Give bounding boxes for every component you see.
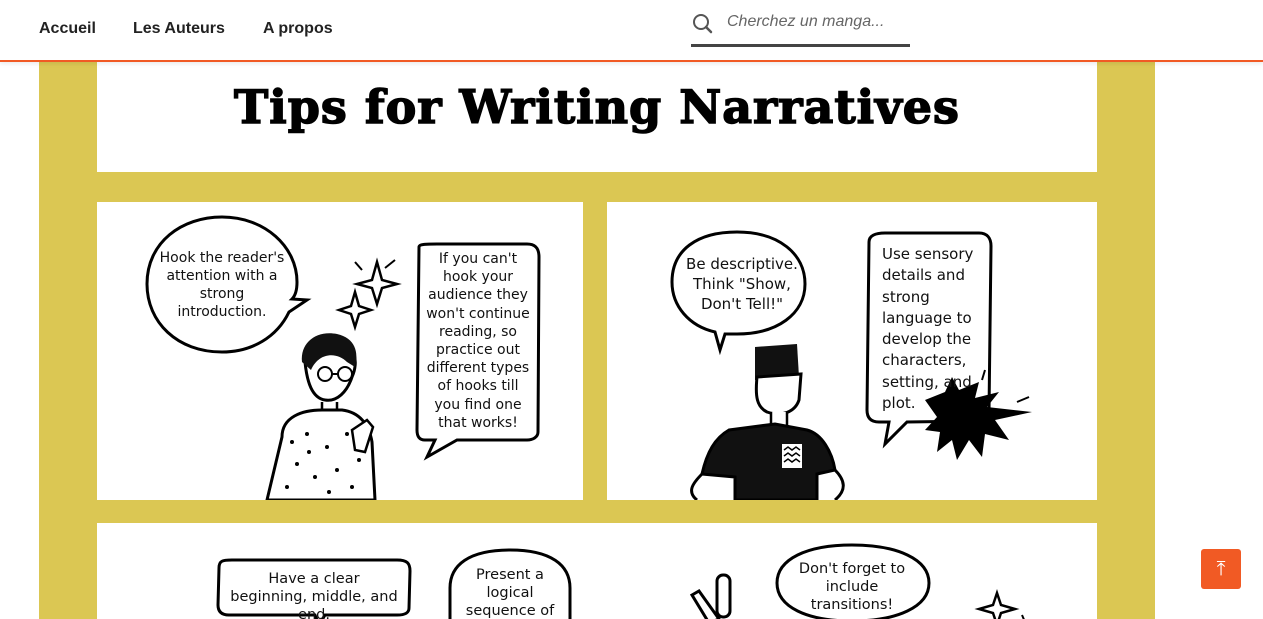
speech-bubble-hook: Hook the reader's attention with a stron… <box>159 250 285 320</box>
poster-title-box: Tips for Writing Narratives <box>97 62 1097 172</box>
comic-panel-structure: Have a clear beginning, middle, and end.… <box>97 523 1097 619</box>
search-icon[interactable] <box>691 12 713 34</box>
top-navbar: Accueil Les Auteurs A propos <box>0 0 1263 62</box>
panel-descriptive-illustration <box>670 230 1032 500</box>
speech-bubble-structure: Have a clear beginning, middle, and end. <box>230 571 398 619</box>
arrow-up-icon: ⤒ <box>1216 557 1226 580</box>
back-to-top-button[interactable]: ⤒ <box>1201 549 1241 589</box>
search-input[interactable] <box>725 9 909 35</box>
speech-bubble-descriptive: Be descriptive. Think "Show, Don't Tell!… <box>686 255 798 313</box>
speech-bubble-practice: If you can't hook your audience they won… <box>426 251 530 431</box>
speech-bubble-logical: Present a logical sequence of <box>465 567 555 619</box>
comic-poster: Tips for Writing Narratives Hook the rea… <box>39 62 1155 619</box>
search-bar <box>691 4 910 47</box>
nav-link-accueil[interactable]: Accueil <box>39 20 96 38</box>
comic-panel-hook: Hook the reader's attention with a stron… <box>97 202 583 500</box>
poster-title: Tips for Writing Narratives <box>233 79 960 135</box>
nav-link-a-propos[interactable]: A propos <box>263 20 333 38</box>
speech-bubble-sensory: Use sensory details and strong language … <box>882 245 974 413</box>
nav-link-auteurs[interactable]: Les Auteurs <box>133 20 225 38</box>
comic-panel-descriptive: Be descriptive. Think "Show, Don't Tell!… <box>607 202 1097 500</box>
speech-bubble-transitions: Don't forget to include transitions! <box>798 561 906 613</box>
